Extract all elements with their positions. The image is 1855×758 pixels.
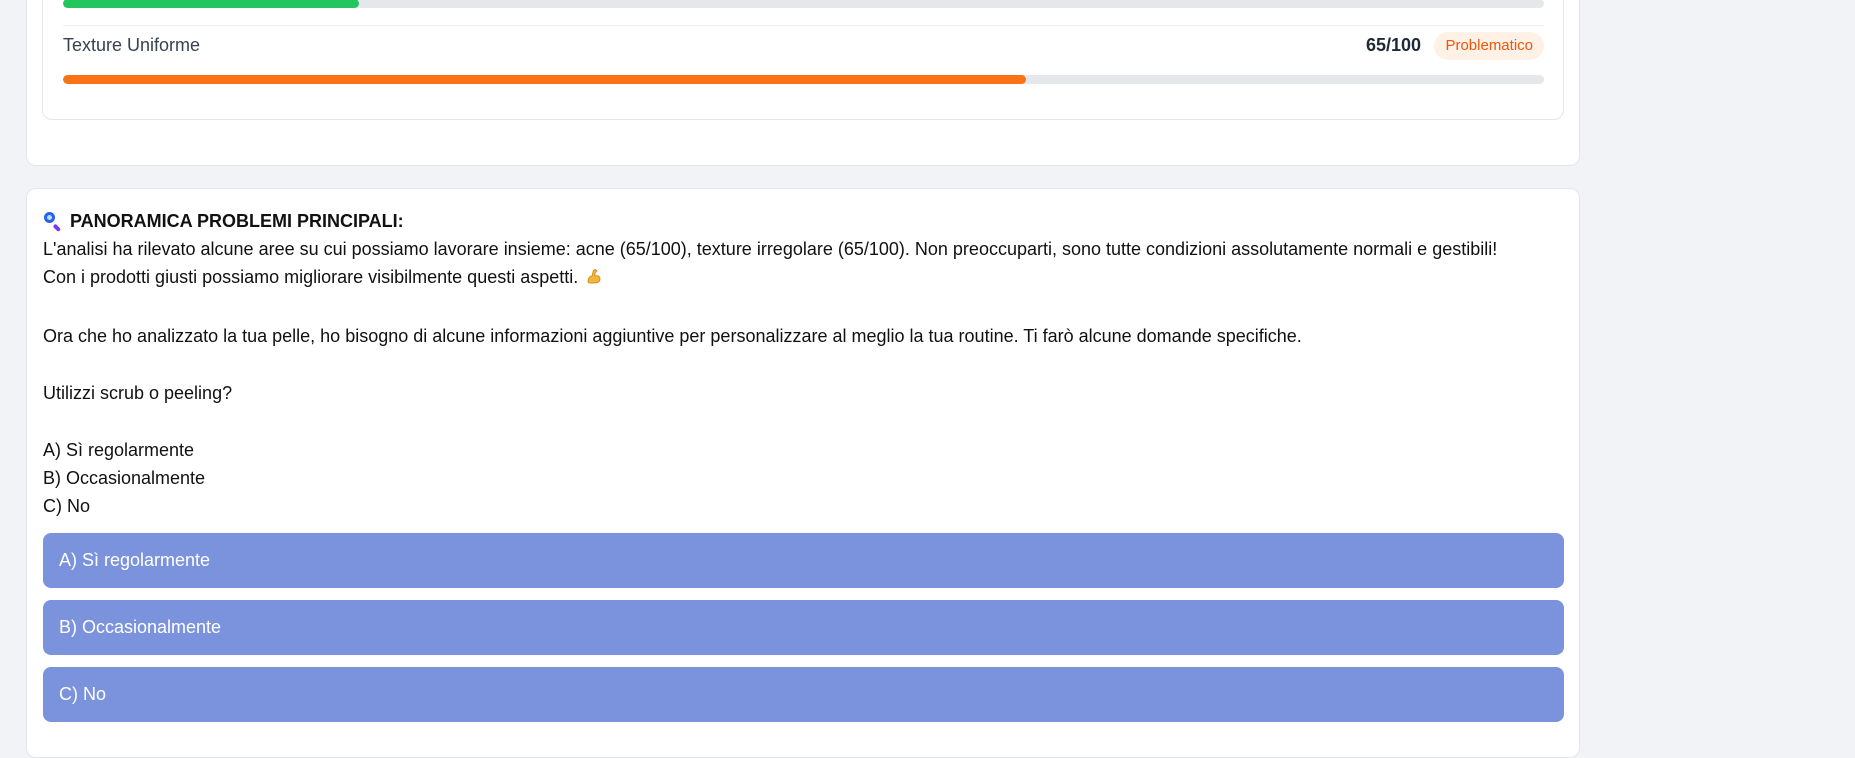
message-line-1: L'analisi ha rilevato alcune aree su cui…	[43, 239, 1498, 259]
answer-button-c[interactable]: C) No	[43, 667, 1564, 722]
skin-metrics-card: Texture Uniforme 65/100 Problematico	[26, 0, 1580, 166]
texture-progress-fill	[63, 75, 1026, 84]
texture-metric-score: 65/100	[1365, 35, 1421, 55]
message-line-2: Con i prodotti giusti possiamo migliorar…	[43, 263, 1568, 293]
previous-metric-progress-bar	[63, 0, 1544, 8]
texture-progress-bar	[63, 75, 1544, 84]
message-intro: Ora che ho analizzato la tua pelle, ho b…	[43, 326, 1302, 346]
assistant-message-card: PANORAMICA PROBLEMI PRINCIPALI: L'analis…	[26, 188, 1580, 758]
message-heading: PANORAMICA PROBLEMI PRINCIPALI:	[43, 207, 1568, 235]
metric-divider	[63, 25, 1544, 26]
message-heading-text: PANORAMICA PROBLEMI PRINCIPALI:	[70, 211, 404, 231]
option-text-a: A) Sì regolarmente	[43, 440, 195, 460]
assistant-message: PANORAMICA PROBLEMI PRINCIPALI: L'analis…	[43, 207, 1568, 520]
option-text-b: B) Occasionalmente	[43, 468, 206, 488]
previous-metric-progress-fill	[63, 0, 360, 8]
option-text-c: C) No	[43, 496, 91, 516]
question-text: Utilizzi scrub o peeling?	[43, 383, 233, 403]
texture-metric-label: Texture Uniforme	[63, 35, 201, 55]
message-line-2-text: Con i prodotti giusti possiamo migliorar…	[43, 267, 579, 287]
answer-button-b[interactable]: B) Occasionalmente	[43, 600, 1564, 655]
flexed-biceps-icon	[585, 265, 603, 293]
magnifying-glass-icon	[43, 211, 63, 233]
metrics-panel: Texture Uniforme 65/100 Problematico	[42, 0, 1564, 120]
answer-button-a[interactable]: A) Sì regolarmente	[43, 533, 1564, 588]
texture-status-badge: Problematico	[1434, 32, 1544, 60]
